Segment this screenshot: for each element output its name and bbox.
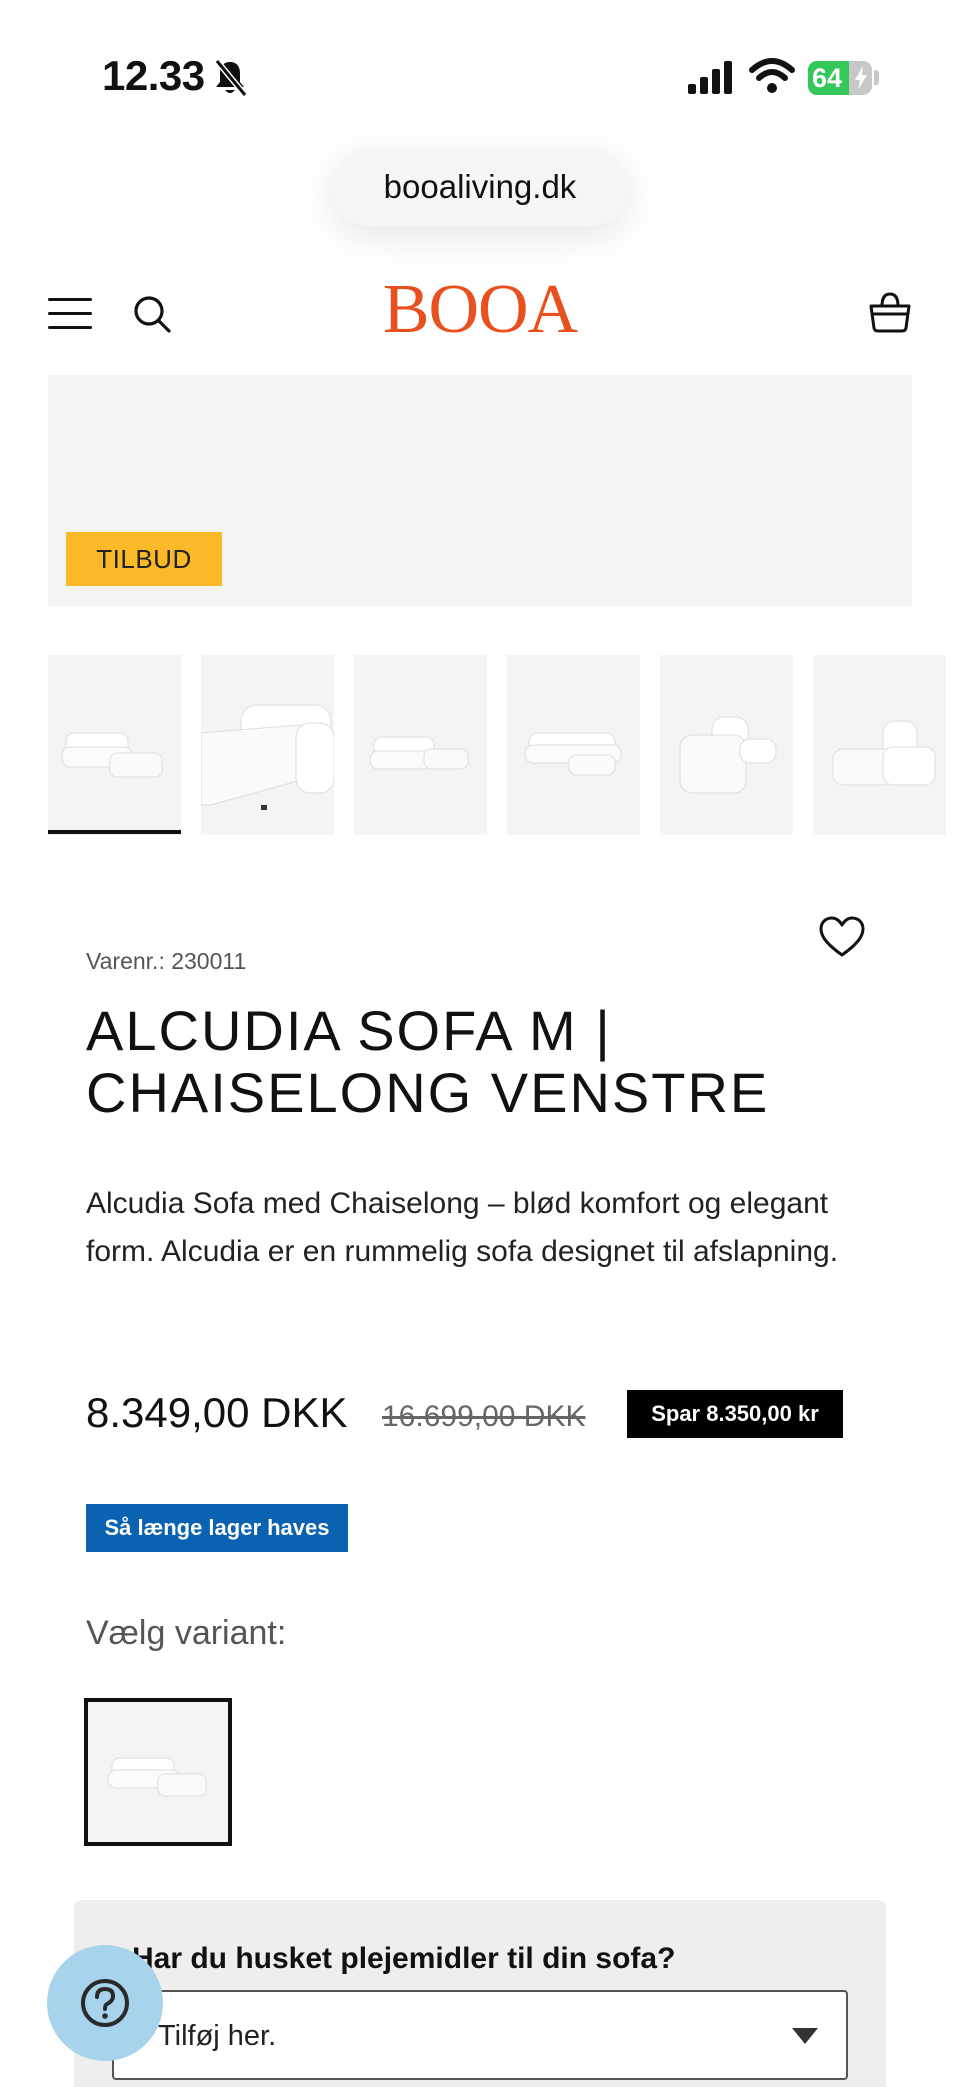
care-products-title: Har du husket plejemidler til din sofa? — [132, 1942, 676, 1975]
sofa-thumbnail-image — [61, 732, 163, 778]
site-logo[interactable]: BOOA — [370, 270, 590, 350]
wifi-icon — [749, 58, 795, 93]
status-time: 12.33 — [102, 52, 205, 99]
cellular-signal-icon — [688, 61, 732, 94]
help-button[interactable] — [47, 1945, 163, 2061]
variant-label: Vælg variant: — [86, 1614, 287, 1652]
thumbnail-active-indicator — [48, 830, 181, 834]
battery-indicator: 64 — [808, 61, 872, 95]
chevron-down-icon — [792, 2028, 818, 2044]
sofa-thumbnail-image — [679, 716, 777, 794]
charging-bolt-icon — [855, 66, 867, 90]
thumbnail-2[interactable] — [201, 655, 334, 835]
sofa-variant-image — [107, 1757, 207, 1797]
price-row: 8.349,00 DKK 16.699,00 DKK Spar 8.350,00… — [86, 1387, 886, 1443]
address-bar[interactable]: booaliving.dk — [331, 148, 629, 226]
variant-swatch[interactable] — [84, 1698, 232, 1846]
stock-badge: Så længe lager haves — [86, 1504, 348, 1552]
question-icon — [81, 1979, 129, 2027]
thumbnail-6[interactable] — [813, 655, 946, 835]
thumbnail-5[interactable] — [660, 655, 793, 835]
address-bar-url: booaliving.dk — [383, 168, 577, 205]
care-products-panel: Har du husket plejemidler til din sofa? … — [74, 1900, 886, 2087]
care-products-select-value: Tilføj her. — [158, 2020, 277, 2052]
care-products-select[interactable]: Tilføj her. — [112, 1990, 848, 2080]
wishlist-heart-icon[interactable] — [818, 915, 866, 959]
battery-cap — [874, 70, 879, 85]
sofa-thumbnail-image — [524, 732, 622, 776]
menu-icon[interactable] — [48, 298, 92, 330]
current-price: 8.349,00 DKK — [86, 1389, 348, 1436]
thumbnail-1[interactable] — [48, 655, 181, 835]
product-title: ALCUDIA SOFA M | CHAISELONG VENSTRE — [86, 999, 770, 1124]
search-icon[interactable] — [132, 294, 172, 334]
basket-icon[interactable] — [868, 290, 912, 334]
sale-badge: TILBUD — [66, 532, 222, 586]
product-description: Alcudia Sofa med Chaiselong – blød komfo… — [86, 1187, 839, 1268]
sofa-thumbnail-image — [201, 704, 334, 810]
battery-percent: 64 — [812, 63, 843, 93]
sofa-thumbnail-image — [832, 720, 936, 786]
savings-badge: Spar 8.350,00 kr — [627, 1390, 843, 1438]
sofa-thumbnail-image — [369, 736, 469, 770]
thumbnail-4[interactable] — [507, 655, 640, 835]
thumbnail-strip — [48, 655, 960, 837]
thumbnail-3[interactable] — [354, 655, 487, 835]
bell-muted-icon — [214, 59, 248, 97]
product-sku: Varenr.: 230011 — [86, 948, 247, 974]
product-image[interactable]: TILBUD — [48, 375, 912, 606]
status-bar: 12.33 64 — [0, 0, 960, 150]
compare-at-price: 16.699,00 DKK — [382, 1400, 586, 1433]
